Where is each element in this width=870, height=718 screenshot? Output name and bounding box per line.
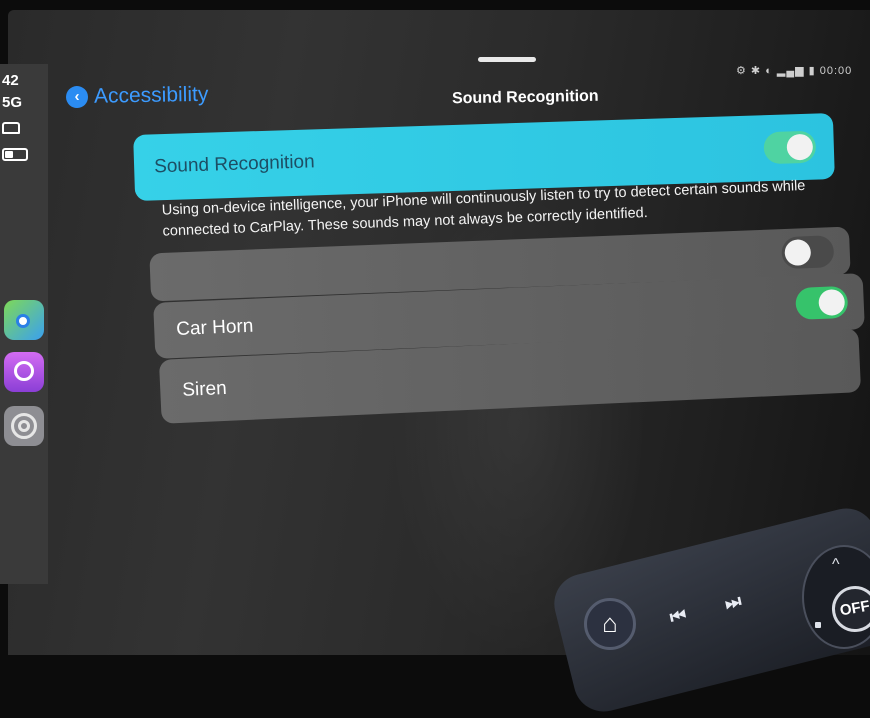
page-title: Sound Recognition xyxy=(451,87,599,108)
back-button[interactable]: ‹ Accessibility xyxy=(65,82,209,109)
drag-handle[interactable] xyxy=(478,57,536,62)
battery-icon xyxy=(2,148,28,161)
sound-toggle-unlabeled[interactable] xyxy=(781,235,835,270)
home-button[interactable]: ⌂ xyxy=(584,598,636,650)
sidebar-network: 5G xyxy=(2,94,23,111)
siren-label: Siren xyxy=(181,377,228,401)
mode-indicator xyxy=(815,622,821,628)
sound-recognition-label: Sound Recognition xyxy=(153,151,315,178)
settings-app-icon[interactable] xyxy=(4,406,44,446)
maps-app-icon[interactable] xyxy=(4,300,44,340)
sidebar-time: 42 xyxy=(2,72,19,89)
status-icons: ⚙ ✱ ◐ ▂▄▆ ▮ 00:00 xyxy=(736,65,853,77)
chevron-left-icon: ‹ xyxy=(65,85,89,109)
car-icon xyxy=(2,122,20,134)
car-horn-toggle[interactable] xyxy=(795,285,849,320)
car-horn-label: Car Horn xyxy=(175,315,254,340)
carplay-sidebar: 42 5G xyxy=(0,64,48,584)
chevron-up-icon[interactable]: ^ xyxy=(832,556,840,574)
back-label: Accessibility xyxy=(93,82,209,108)
podcasts-app-icon[interactable] xyxy=(4,352,44,392)
sound-recognition-toggle[interactable] xyxy=(763,130,817,165)
